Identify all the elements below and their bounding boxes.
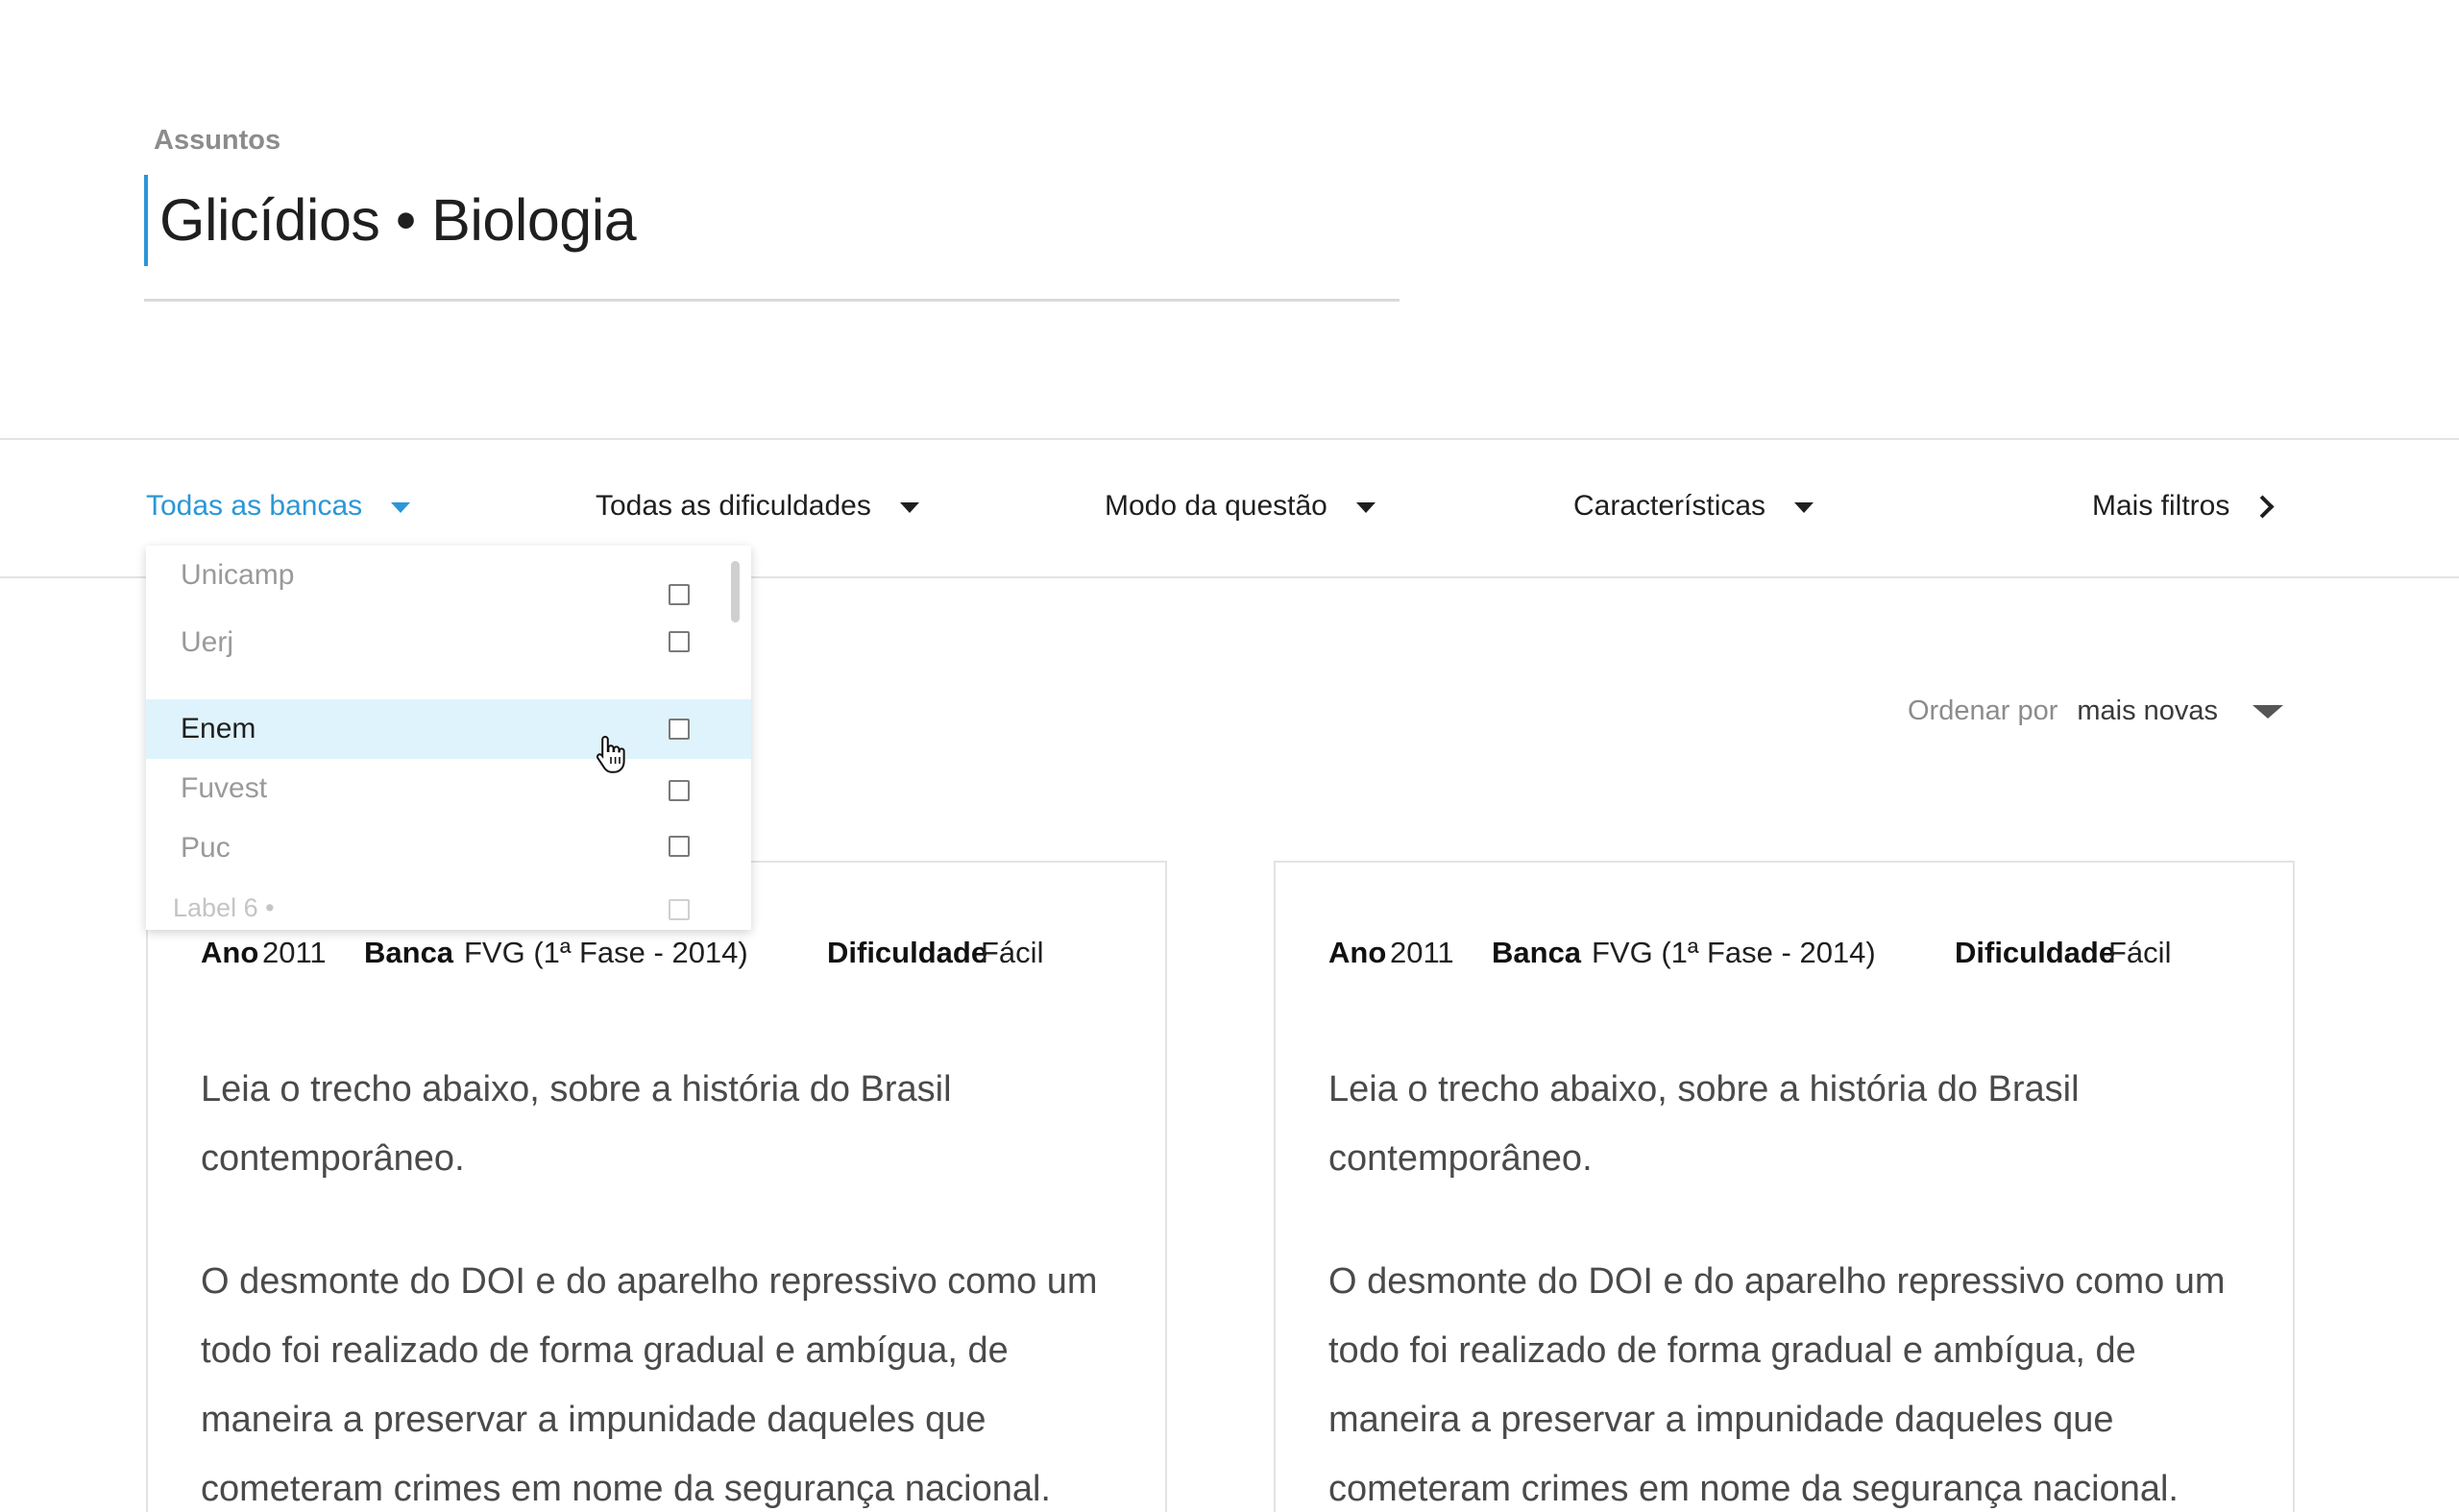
meta-ano-label: Ano — [201, 936, 259, 969]
filter-caracteristicas-label: Características — [1573, 490, 1766, 522]
breadcrumb[interactable]: Assuntos — [154, 125, 280, 157]
caret-down-icon — [899, 501, 919, 513]
meta-dificuldade-label: Dificuldade — [1955, 936, 2116, 969]
dropdown-option-label: Unicamp — [181, 559, 295, 591]
filter-bancas[interactable]: Todas as bancas — [146, 490, 411, 523]
filter-caracteristicas[interactable]: Características — [1573, 490, 1814, 523]
question-paragraph: O desmonte do DOI e do aparelho repressi… — [201, 1261, 1098, 1509]
sort-label: Ordenar por — [1908, 695, 2058, 726]
dropdown-option-label: Uerj — [181, 626, 234, 658]
question-card[interactable]: Ano 2011 Banca FVG (1ª Fase - 2014) Difi… — [146, 861, 1167, 1512]
dropdown-option-label: Label 6 • — [173, 892, 275, 922]
filter-dificuldades[interactable]: Todas as dificuldades — [596, 490, 919, 523]
question-paragraph: O desmonte do DOI e do aparelho repressi… — [1328, 1261, 2226, 1509]
dropdown-option-label: Puc — [181, 832, 231, 864]
meta-banca-label: Banca — [1492, 936, 1582, 969]
meta-ano-value: 2011 — [262, 936, 327, 969]
dropdown-option-unicamp[interactable]: Unicamp — [146, 546, 751, 605]
dropdown-scrollbar[interactable] — [731, 561, 740, 622]
title-accent-bar — [144, 175, 148, 266]
checkbox[interactable] — [669, 719, 690, 740]
filter-dificuldades-label: Todas as dificuldades — [596, 490, 871, 522]
meta-dificuldade-value: Fácil — [981, 936, 1044, 969]
more-filters-label: Mais filtros — [2092, 490, 2230, 522]
question-paragraph: Leia o trecho abaixo, sobre a história d… — [1328, 1069, 2080, 1179]
checkbox[interactable] — [669, 780, 690, 801]
caret-down-icon — [1355, 501, 1376, 513]
checkbox[interactable] — [669, 836, 690, 857]
filter-modo[interactable]: Modo da questão — [1105, 490, 1376, 523]
caret-down-icon — [1794, 501, 1814, 513]
question-text: Leia o trecho abaixo, sobre a história d… — [201, 1055, 1123, 1512]
caret-down-icon[interactable] — [2252, 704, 2284, 719]
dropdown-option-enem[interactable]: Enem — [146, 699, 751, 759]
sort-control[interactable]: Ordenar por mais novas — [1908, 695, 2284, 727]
meta-banca-label: Banca — [364, 936, 454, 969]
question-card[interactable]: Ano 2011 Banca FVG (1ª Fase - 2014) Difi… — [1274, 861, 2295, 1512]
page-title: Glicídios • Biologia — [159, 187, 637, 253]
checkbox[interactable] — [669, 899, 690, 920]
more-filters-button[interactable]: Mais filtros — [2092, 490, 2275, 523]
question-paragraph: Leia o trecho abaixo, sobre a história d… — [201, 1069, 952, 1179]
checkbox[interactable] — [669, 584, 690, 605]
dropdown-option-label: Enem — [181, 713, 256, 744]
checkbox[interactable] — [669, 631, 690, 652]
sort-value[interactable]: mais novas — [2077, 695, 2218, 727]
meta-banca-value: FVG (1ª Fase - 2014) — [1592, 936, 1876, 969]
meta-dificuldade-value: Fácil — [2108, 936, 2172, 969]
dropdown-option-fuvest[interactable]: Fuvest — [146, 759, 751, 818]
hand-pointer-cursor-icon — [596, 735, 625, 773]
bancas-dropdown[interactable]: Unicamp Uerj Enem Fuvest Puc Label 6 • — [146, 546, 751, 930]
dropdown-option-puc[interactable]: Puc — [146, 818, 751, 878]
filter-bancas-label: Todas as bancas — [146, 490, 363, 522]
meta-ano-label: Ano — [1328, 936, 1387, 969]
meta-ano-value: 2011 — [1390, 936, 1454, 969]
meta-dificuldade-label: Dificuldade — [827, 936, 988, 969]
filter-modo-label: Modo da questão — [1105, 490, 1327, 522]
page-title-container: Glicídios • Biologia — [144, 175, 1400, 302]
chevron-right-icon — [2251, 494, 2275, 519]
question-text: Leia o trecho abaixo, sobre a história d… — [1328, 1055, 2251, 1512]
dropdown-option-label-6[interactable]: Label 6 • — [146, 878, 751, 930]
dropdown-option-label: Fuvest — [181, 772, 268, 804]
caret-down-icon — [391, 501, 411, 513]
dropdown-option-uerj[interactable]: Uerj — [146, 613, 751, 672]
meta-banca-value: FVG (1ª Fase - 2014) — [464, 936, 748, 969]
